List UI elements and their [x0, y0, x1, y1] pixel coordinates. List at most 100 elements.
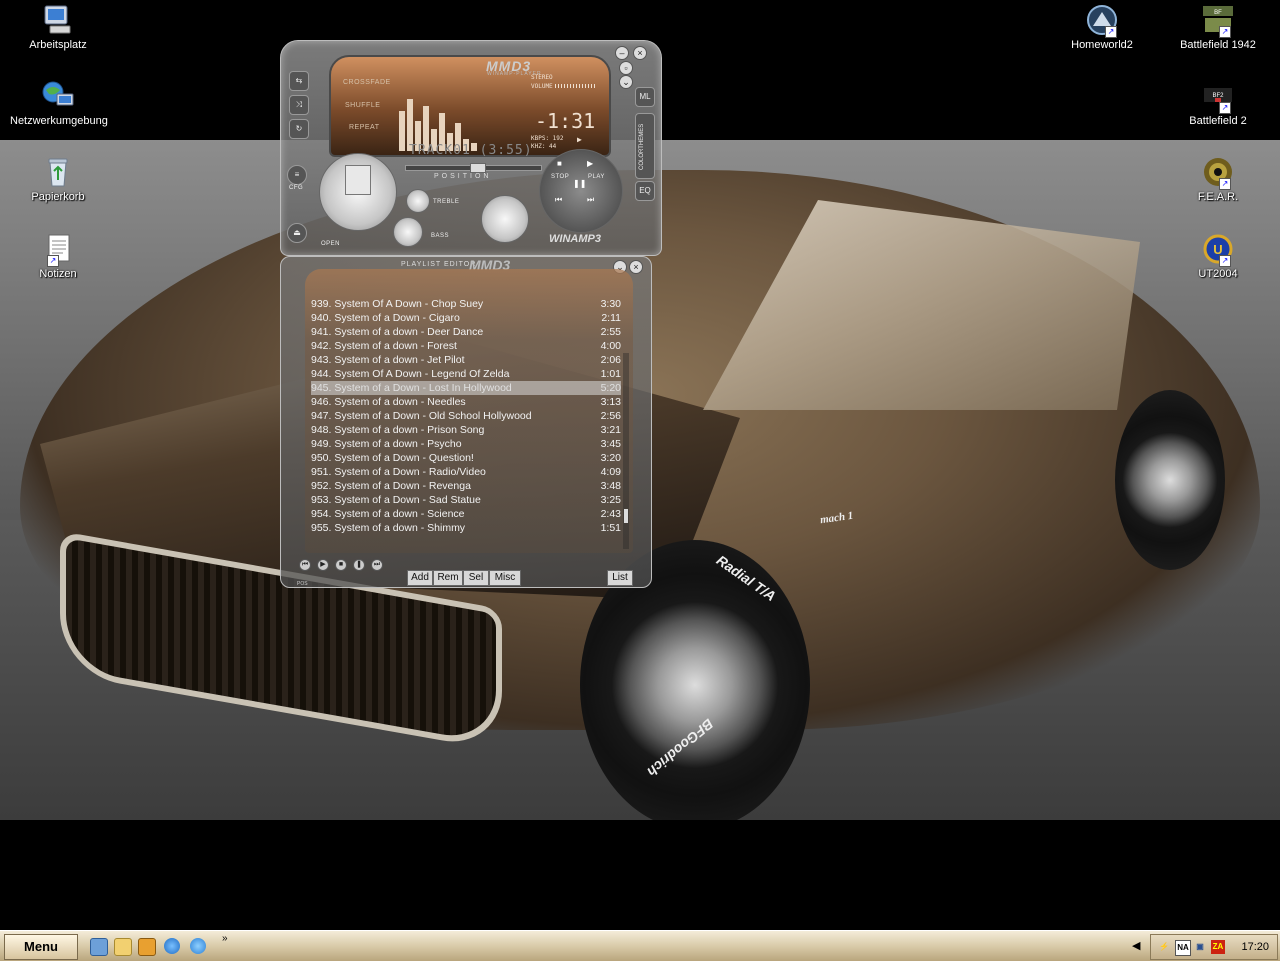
shade-button[interactable]: ▫	[619, 61, 633, 75]
explorer-icon[interactable]	[114, 938, 132, 956]
playlist-row-duration: 3:45	[600, 438, 621, 450]
show-desktop-icon[interactable]	[90, 938, 108, 956]
playlist-row-title: 948. System of a down - Prison Song	[311, 424, 485, 436]
playlist-play-icon[interactable]: ▶	[317, 559, 329, 571]
tray-lightning-icon[interactable]: ⚡	[1157, 940, 1171, 954]
quick-launch-more[interactable]: »	[222, 933, 228, 944]
repeat-toggle[interactable]: ↻	[289, 119, 309, 139]
playlist-list-button[interactable]: List	[607, 570, 633, 586]
playlist-list[interactable]: 939. System Of A Down - Chop Suey 3:30 940…	[305, 269, 633, 553]
playlist-row[interactable]: 950. System of a Down - Question! 3:20	[311, 451, 621, 465]
internet-explorer-icon[interactable]	[190, 938, 206, 954]
desktop-icon-netzwerkumgebung[interactable]: Netzwerkumgebung	[10, 80, 108, 127]
playlist-pause-icon[interactable]: ❚	[353, 559, 365, 571]
playlist-scrollbar-thumb[interactable]	[624, 509, 628, 523]
playlist-row[interactable]: 940. System of a Down - Cigaro 2:11	[311, 311, 621, 325]
playlist-row[interactable]: 941. System of a down - Deer Dance 2:55	[311, 325, 621, 339]
browser-icon[interactable]	[164, 938, 180, 954]
playlist-row[interactable]: 945. System of a Down - Lost In Hollywoo…	[311, 381, 621, 395]
time-display[interactable]: -1:31	[535, 109, 595, 133]
playlist-row[interactable]: 944. System Of A Down - Legend Of Zelda 1…	[311, 367, 621, 381]
desktop-icon-arbeitsplatz[interactable]: Arbeitsplatz	[10, 4, 106, 51]
transport-dial	[539, 149, 623, 233]
desktop-icon-notizen[interactable]: ↗ Notizen	[10, 233, 106, 280]
desktop-icon-battlefield-1942[interactable]: BF ↗ Battlefield 1942	[1170, 4, 1266, 51]
options-button[interactable]: ⌄	[619, 75, 633, 89]
playlist-row[interactable]: 943. System of a down - Jet Pilot 2:06	[311, 353, 621, 367]
playlist-row[interactable]: 942. System of a down - Forest 4:00	[311, 339, 621, 353]
playlist-previous-icon[interactable]: ⏮	[299, 559, 311, 571]
playlist-close-button[interactable]: ×	[629, 260, 643, 274]
playlist-row[interactable]: 951. System of a Down - Radio/Video 4:09	[311, 465, 621, 479]
playlist-row-duration: 1:51	[600, 522, 621, 534]
play-button[interactable]: ▶	[587, 159, 593, 168]
network-icon	[41, 80, 75, 112]
playlist-row-duration: 3:48	[600, 480, 621, 492]
ml-button[interactable]: ML	[635, 87, 655, 107]
playlist-rows[interactable]: 939. System Of A Down - Chop Suey 3:30 940…	[311, 297, 621, 535]
pause-button[interactable]: ❚❚	[573, 179, 586, 188]
stereo-indicator: STEREO	[531, 74, 553, 81]
desktop-icon-battlefield-2[interactable]: BF2 ↗ Battlefield 2	[1170, 80, 1266, 127]
playlist-sel-button[interactable]: Sel	[463, 570, 489, 586]
playlist-row-title: 951. System of a Down - Radio/Video	[311, 466, 486, 478]
crossfade-toggle[interactable]: ⇆	[289, 71, 309, 91]
playlist-row-duration: 3:20	[600, 452, 621, 464]
position-slider-thumb[interactable]	[470, 163, 486, 173]
winamp-main-window[interactable]: ⇆ ⤨ ↻ MMD3 WINAMP-PLAYER CROSSFADE SHUFF…	[280, 40, 662, 256]
eq-button[interactable]: EQ	[635, 181, 655, 201]
cfg-button[interactable]: ≡	[287, 165, 307, 185]
system-tray: ⚡ NA ▣ ZA 17:20	[1150, 934, 1278, 960]
volume-meter[interactable]	[555, 84, 595, 88]
shuffle-toggle[interactable]: ⤨	[289, 95, 309, 115]
stop-button[interactable]: ■	[557, 159, 562, 168]
minimize-button[interactable]: –	[615, 46, 629, 60]
playlist-row[interactable]: 952. System of a Down - Revenga 3:48	[311, 479, 621, 493]
start-button[interactable]: Menu	[4, 934, 78, 960]
playlist-misc-button[interactable]: Misc	[489, 570, 521, 586]
tray-zonealarm-icon[interactable]: ZA	[1211, 940, 1225, 954]
winamp-icon[interactable]	[138, 938, 156, 956]
playlist-next-icon[interactable]: ⏭	[371, 559, 383, 571]
tray-expand-icon[interactable]: ◀	[1132, 939, 1140, 952]
open-button[interactable]: ⏏	[287, 223, 307, 243]
playlist-stop-icon[interactable]: ■	[335, 559, 347, 571]
desktop-icon-fear[interactable]: ↗ F.E.A.R.	[1170, 156, 1266, 203]
ml-label: ML	[639, 92, 651, 101]
playlist-row[interactable]: 955. System of a down - Shimmy 1:51	[311, 521, 621, 535]
playlist-editor-window[interactable]: PLAYLIST EDITOR MMD3 ⌄ × 939. System Of …	[280, 256, 652, 588]
position-slider[interactable]	[405, 163, 542, 173]
battlefield-2-icon: BF2 ↗	[1201, 80, 1235, 114]
playlist-row[interactable]: 949. System of a down - Psycho 3:45	[311, 437, 621, 451]
desktop-icon-papierkorb[interactable]: Papierkorb	[10, 156, 106, 203]
tray-na-icon[interactable]: NA	[1175, 940, 1191, 956]
desktop-icon-ut2004[interactable]: U ↗ UT2004	[1170, 233, 1266, 280]
playlist-rem-button[interactable]: Rem	[433, 570, 463, 586]
taskbar-clock[interactable]: 17:20	[1241, 935, 1269, 959]
playlist-row-duration: 1:01	[600, 368, 621, 380]
playlist-row[interactable]: 939. System Of A Down - Chop Suey 3:30	[311, 297, 621, 311]
playlist-row[interactable]: 953. System of a Down - Sad Statue 3:25	[311, 493, 621, 507]
ut2004-icon: U ↗	[1201, 233, 1235, 267]
playlist-row[interactable]: 948. System of a down - Prison Song 3:21	[311, 423, 621, 437]
bass-knob[interactable]	[393, 217, 423, 247]
shortcut-arrow-icon: ↗	[1219, 102, 1231, 114]
playlist-row-duration: 2:56	[600, 410, 621, 422]
kbps-display: KBPS: 192	[531, 135, 564, 142]
playlist-add-button[interactable]: Add	[407, 570, 433, 586]
colorthemes-button[interactable]: COLORTHEMES	[635, 113, 655, 179]
playlist-row[interactable]: 954. System of a down - Science 2:43	[311, 507, 621, 521]
next-button[interactable]: ⏭	[587, 195, 594, 205]
playlist-row[interactable]: 946. System of a down - Needles 3:13	[311, 395, 621, 409]
treble-knob[interactable]	[406, 189, 430, 213]
desktop-icon-homeworld2[interactable]: ↗ Homeworld2	[1054, 4, 1150, 51]
previous-button[interactable]: ⏮	[555, 195, 562, 205]
volume-label: VOLUME	[531, 83, 553, 90]
shuffle-label: SHUFFLE	[345, 102, 381, 109]
playlist-row[interactable]: 947. System of a Down - Old School Holly…	[311, 409, 621, 423]
desktop-icon-label: Papierkorb	[31, 191, 85, 203]
close-button[interactable]: ×	[633, 46, 647, 60]
volume-knob[interactable]	[481, 195, 529, 243]
tray-network-icon[interactable]: ▣	[1193, 940, 1207, 954]
playlist-row-title: 943. System of a down - Jet Pilot	[311, 354, 465, 366]
